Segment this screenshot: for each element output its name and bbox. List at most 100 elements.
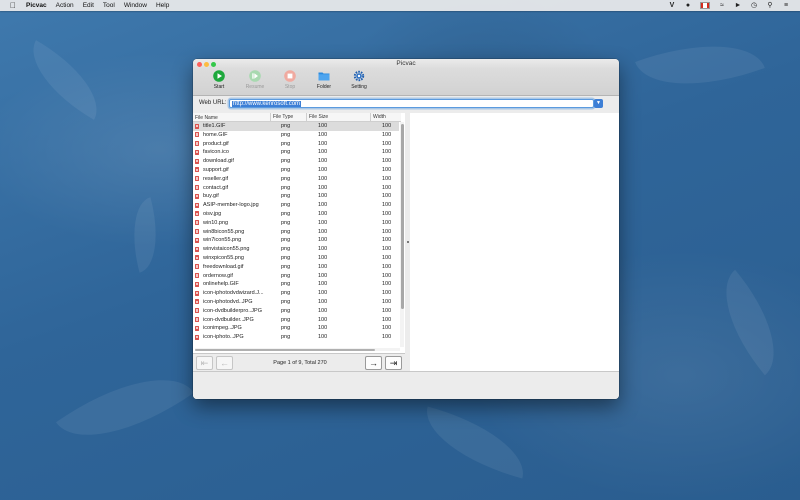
table-row[interactable]: icon-dvdbuilder..JPG png 100 100 <box>193 316 399 325</box>
wifi-icon[interactable]: ≈ <box>718 2 726 9</box>
table-row[interactable]: contact.gif png 100 100 <box>193 184 399 193</box>
cell-file-size: 100 <box>318 290 328 297</box>
menu-window[interactable]: Window <box>124 2 147 9</box>
table-row[interactable]: home.GIF png 100 100 <box>193 131 399 140</box>
table-row[interactable]: ordernow.gif png 100 100 <box>193 272 399 281</box>
user-icon[interactable]: ● <box>684 2 692 9</box>
cell-file-type: png <box>281 123 291 129</box>
table-row[interactable]: icon-iphoto..JPG png 100 100 <box>193 333 399 342</box>
splitter-handle-icon[interactable] <box>406 241 409 243</box>
table-row[interactable]: ASIP-member-logo.jpg png 100 100 <box>193 201 399 210</box>
wallpaper-leaf <box>55 347 195 468</box>
table-row[interactable]: icon-iphotodvdwizard.J... png 100 100 <box>193 289 399 298</box>
cell-file-type: png <box>281 140 291 147</box>
cell-width: 100 <box>382 307 392 314</box>
menu-app-name[interactable]: Picvac <box>26 2 47 9</box>
cell-file-name: icon-iphotodvd..JPG <box>203 298 253 305</box>
apple-menu-icon[interactable]:  <box>10 0 18 11</box>
next-page-button[interactable]: → <box>365 356 382 370</box>
first-page-button[interactable]: ⇤ <box>196 356 213 370</box>
table-row[interactable]: win10.png png 100 100 <box>193 219 399 228</box>
table-row[interactable]: freedownload.gif png 100 100 <box>193 263 399 272</box>
table-row[interactable]: winvistaicon55.png png 100 100 <box>193 245 399 254</box>
input-source-flag-icon[interactable] <box>700 2 710 9</box>
url-dropdown-button[interactable]: ▼ <box>594 99 603 108</box>
table-row[interactable]: favicon.ico png 100 100 <box>193 148 399 157</box>
cell-file-name: oisv.jpg <box>203 210 222 217</box>
last-page-button[interactable]: ⇥ <box>385 356 402 370</box>
menu-help[interactable]: Help <box>156 2 169 9</box>
table-row[interactable]: win7icon55.png png 100 100 <box>193 236 399 245</box>
file-table-body: title1.GIF png 100 100 home.GIF png 100 100 prod… <box>193 122 399 342</box>
column-header-file-name[interactable]: File Name <box>195 115 218 121</box>
table-row[interactable]: product.gif png 100 100 <box>193 140 399 149</box>
cell-file-name: iconimpeg..JPG <box>203 325 242 332</box>
cell-file-size: 100 <box>318 210 328 217</box>
menu-tool[interactable]: Tool <box>103 2 115 9</box>
table-row[interactable]: support.gif png 100 100 <box>193 166 399 175</box>
cell-width: 100 <box>382 166 392 173</box>
menu-edit[interactable]: Edit <box>83 2 94 9</box>
setting-label: Setting <box>351 84 367 90</box>
table-row[interactable]: icon-iphotodvd..JPG png 100 100 <box>193 298 399 307</box>
table-row[interactable]: icon-dvdbuilderpro..JPG png 100 100 <box>193 307 399 316</box>
vertical-scroll-thumb[interactable] <box>400 124 404 309</box>
cell-width: 100 <box>382 175 392 182</box>
table-row[interactable]: title1.GIF png 100 100 <box>193 122 399 131</box>
cell-file-type: png <box>281 202 291 209</box>
cell-file-type: png <box>281 290 291 297</box>
setting-button[interactable]: Setting <box>344 70 374 90</box>
horizontal-scroll-thumb[interactable] <box>195 348 375 351</box>
cell-file-size: 100 <box>318 158 328 165</box>
cell-file-type: png <box>281 325 291 332</box>
stop-button[interactable]: Stop <box>275 70 305 90</box>
clock-icon[interactable]: ◷ <box>750 2 758 9</box>
folder-button[interactable]: Folder <box>309 70 339 90</box>
table-row[interactable]: reseller.gif png 100 100 <box>193 175 399 184</box>
previous-page-button[interactable]: ← <box>216 356 233 370</box>
horizontal-scrollbar[interactable] <box>195 348 400 351</box>
table-row[interactable]: buy.gif png 100 100 <box>193 192 399 201</box>
cell-file-type: png <box>281 184 291 191</box>
start-button[interactable]: Start <box>204 70 234 90</box>
image-file-icon <box>195 158 199 164</box>
table-row[interactable]: winxpicon55.png png 100 100 <box>193 254 399 263</box>
cell-file-size: 100 <box>318 263 328 270</box>
table-row[interactable]: download.gif png 100 100 <box>193 157 399 166</box>
image-file-icon <box>195 176 199 182</box>
web-url-label: Web URL: <box>199 100 227 106</box>
web-url-input[interactable]: http://www.kenrosoft.com <box>229 99 594 108</box>
column-header-width[interactable]: Width <box>370 113 386 121</box>
image-file-icon <box>195 202 199 208</box>
cell-file-type: png <box>281 334 291 341</box>
cell-width: 100 <box>382 210 392 217</box>
search-icon[interactable]: ⚲ <box>766 2 774 9</box>
cell-file-type: png <box>281 298 291 305</box>
menu-list-icon[interactable]: ≡ <box>782 2 790 9</box>
cell-file-type: png <box>281 219 291 226</box>
vertical-scrollbar[interactable] <box>400 122 404 347</box>
column-header-file-size[interactable]: File Size <box>306 113 328 121</box>
url-bar: Web URL: http://www.kenrosoft.com ▼ <box>193 96 619 112</box>
cell-width: 100 <box>382 290 392 297</box>
image-file-icon <box>195 290 199 296</box>
cell-file-size: 100 <box>318 325 328 332</box>
cell-width: 100 <box>382 316 392 323</box>
image-file-icon <box>195 317 199 323</box>
cell-width: 100 <box>382 193 392 200</box>
column-header-file-type[interactable]: File Type <box>270 113 293 121</box>
resume-button[interactable]: Resume <box>240 70 270 90</box>
cell-width: 100 <box>382 254 392 261</box>
table-row[interactable]: onlinehelp.GIF png 100 100 <box>193 280 399 289</box>
image-file-icon <box>195 299 199 305</box>
table-row[interactable]: oisv.jpg png 100 100 <box>193 210 399 219</box>
image-file-icon <box>195 308 199 314</box>
volume-icon[interactable]: ► <box>734 2 742 9</box>
cell-file-size: 100 <box>318 334 328 341</box>
vpn-icon[interactable]: V <box>668 2 676 9</box>
table-row[interactable]: iconimpeg..JPG png 100 100 <box>193 324 399 333</box>
cell-file-type: png <box>281 237 291 244</box>
cell-file-size: 100 <box>318 131 328 138</box>
menu-action[interactable]: Action <box>56 2 74 9</box>
table-row[interactable]: win8bicon55.png png 100 100 <box>193 228 399 237</box>
